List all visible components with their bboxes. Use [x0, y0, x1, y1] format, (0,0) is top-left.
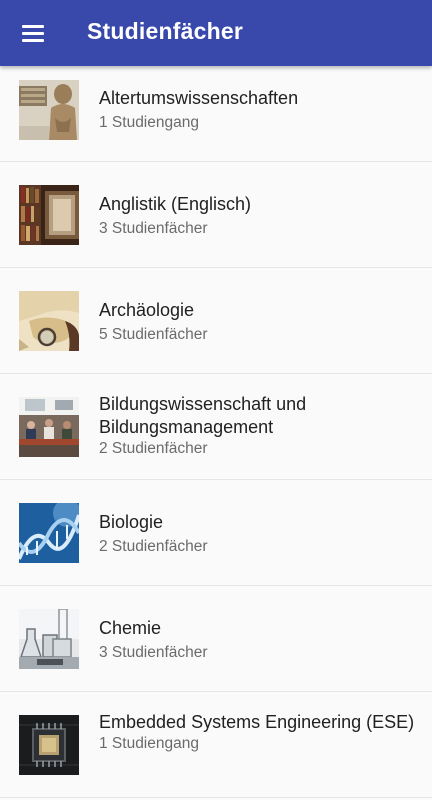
archaeology-map-image: [19, 291, 79, 351]
subject-item-biologie[interactable]: Biologie 2 Studienfächer: [0, 480, 432, 586]
subject-count: 5 Studienfächer: [99, 326, 208, 343]
dna-helix-image: [19, 503, 79, 563]
subject-count: 2 Studienfächer: [99, 538, 208, 555]
subject-item-ese[interactable]: Embedded Systems Engineering (ESE) 1 Stu…: [0, 692, 432, 798]
subject-name: Bildungswissenschaft und Bildungsmanagem…: [99, 394, 307, 437]
classroom-image: [19, 397, 79, 457]
subject-count: 1 Studiengang: [99, 735, 199, 752]
subject-count: 2 Studienfächer: [99, 440, 208, 457]
lab-glassware-image: [19, 609, 79, 669]
menu-icon[interactable]: [14, 17, 54, 49]
subject-list: Altertumswissenschaften 1 Studiengang An…: [0, 56, 432, 798]
subject-item-bildungswissenschaft[interactable]: Bildungswissenschaft und Bildungsmanagem…: [0, 374, 432, 480]
subject-name: Anglistik (Englisch): [99, 194, 252, 214]
page-title: Studienfächer: [87, 18, 243, 44]
ancient-statue-image: [19, 80, 79, 140]
subject-count: 3 Studienfächer: [99, 644, 208, 661]
subject-name: Archäologie: [99, 300, 195, 320]
subject-name: Embedded Systems Engineering (ESE): [99, 712, 415, 732]
subject-item-altertumswissenschaften[interactable]: Altertumswissenschaften 1 Studiengang: [0, 56, 432, 162]
subject-name: Altertumswissenschaften: [99, 88, 299, 108]
subject-count: 1 Studiengang: [99, 114, 199, 131]
subject-item-archaeologie[interactable]: Archäologie 5 Studienfächer: [0, 268, 432, 374]
subject-count: 3 Studienfächer: [99, 220, 208, 237]
library-books-image: [19, 185, 79, 245]
subject-name: Chemie: [99, 618, 162, 638]
microchip-image: [19, 715, 79, 775]
subject-item-anglistik[interactable]: Anglistik (Englisch) 3 Studienfächer: [0, 162, 432, 268]
subject-name: Biologie: [99, 512, 164, 532]
app-bar: Studienfächer: [0, 0, 432, 66]
subject-item-chemie[interactable]: Chemie 3 Studienfächer: [0, 586, 432, 692]
